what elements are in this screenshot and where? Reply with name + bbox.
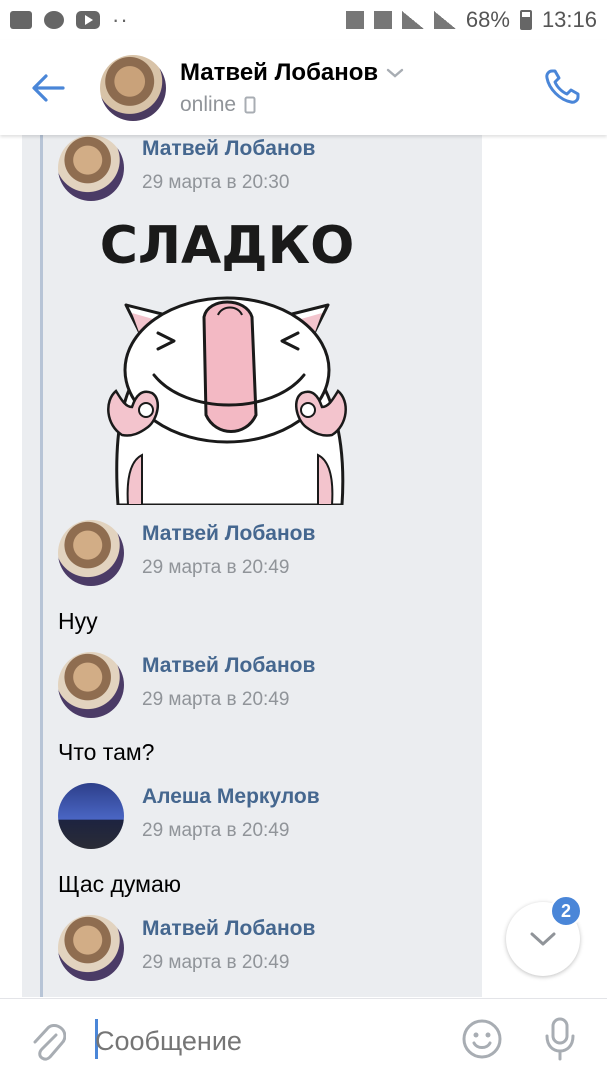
- message-time: 29 марта в 20:30: [142, 172, 290, 193]
- chat-header: Матвей Лобанов online: [0, 40, 607, 135]
- unread-badge: 2: [550, 895, 582, 927]
- message-text: Щас думаю: [58, 871, 182, 897]
- attach-button[interactable]: [28, 1019, 68, 1063]
- author-name[interactable]: Матвей Лобанов: [142, 522, 315, 546]
- sticker-caption: СЛАДКО: [100, 216, 355, 276]
- author-name[interactable]: Алеша Меркулов: [142, 785, 320, 809]
- author-avatar[interactable]: [58, 520, 124, 586]
- smile-icon: [462, 1019, 502, 1059]
- mobile-icon: [244, 96, 256, 113]
- system-icons: 68% 13:16: [345, 7, 597, 33]
- message-time: 29 марта в 20:49: [142, 557, 290, 578]
- sticker-image[interactable]: СЛАДКО: [96, 205, 358, 505]
- message-icon: [44, 11, 64, 29]
- message-header: Матвей Лобанов 29 марта в 20:49: [58, 915, 478, 985]
- author-avatar[interactable]: [58, 135, 124, 201]
- author-avatar[interactable]: [58, 915, 124, 981]
- battery-icon: [519, 10, 532, 30]
- message-composer: [0, 998, 607, 1080]
- call-button[interactable]: [539, 64, 585, 110]
- author-name[interactable]: Матвей Лобанов: [142, 654, 315, 678]
- author-avatar[interactable]: [58, 652, 124, 718]
- message-input[interactable]: [95, 1019, 435, 1063]
- author-avatar[interactable]: [58, 783, 124, 849]
- message-header: Матвей Лобанов 29 марта в 20:30: [58, 135, 478, 205]
- message-time: 29 марта в 20:49: [142, 689, 290, 710]
- status-bar: ·· 68% 13:16: [0, 0, 607, 40]
- message-time: 29 марта в 20:49: [142, 952, 290, 973]
- voice-button[interactable]: [540, 1015, 580, 1063]
- contact-name: Матвей Лобанов: [180, 58, 379, 86]
- arrow-left-icon: [32, 73, 65, 102]
- contact-info[interactable]: Матвей Лобанов online: [180, 59, 404, 117]
- message-header: Матвей Лобанов 29 марта в 20:49: [58, 652, 478, 722]
- signal-icon: [401, 11, 424, 29]
- gallery-icon: [10, 11, 32, 29]
- message-text: Что там?: [58, 739, 155, 765]
- forwarded-messages[interactable]: Матвей Лобанов 29 марта в 20:30 СЛАДКО М…: [22, 135, 482, 997]
- message-text: Нуу: [58, 608, 98, 634]
- chevron-down-icon: [530, 932, 556, 946]
- clock: 13:16: [541, 7, 597, 32]
- mute-icon: [345, 11, 364, 29]
- chevron-down-icon: [386, 68, 404, 78]
- signal-icon-2: [433, 11, 456, 29]
- message-time: 29 марта в 20:49: [142, 820, 290, 841]
- more-notifications-icon: ··: [112, 7, 129, 32]
- notification-icons: ··: [10, 7, 129, 33]
- emoji-button[interactable]: [460, 1017, 504, 1061]
- phone-icon: [545, 69, 580, 104]
- back-button[interactable]: [24, 64, 72, 112]
- paperclip-icon: [33, 1024, 66, 1061]
- forward-indicator-line: [40, 135, 43, 997]
- youtube-icon: [76, 11, 100, 29]
- message-header: Матвей Лобанов 29 марта в 20:49: [58, 520, 478, 590]
- microphone-icon: [545, 1017, 575, 1061]
- contact-avatar[interactable]: [100, 54, 166, 121]
- contact-status: online: [180, 92, 237, 116]
- wifi-icon: [373, 11, 392, 29]
- author-name[interactable]: Матвей Лобанов: [142, 137, 315, 161]
- author-name[interactable]: Матвей Лобанов: [142, 917, 315, 941]
- battery-percent: 68%: [465, 7, 510, 32]
- message-header: Алеша Меркулов 29 марта в 20:49: [58, 783, 478, 853]
